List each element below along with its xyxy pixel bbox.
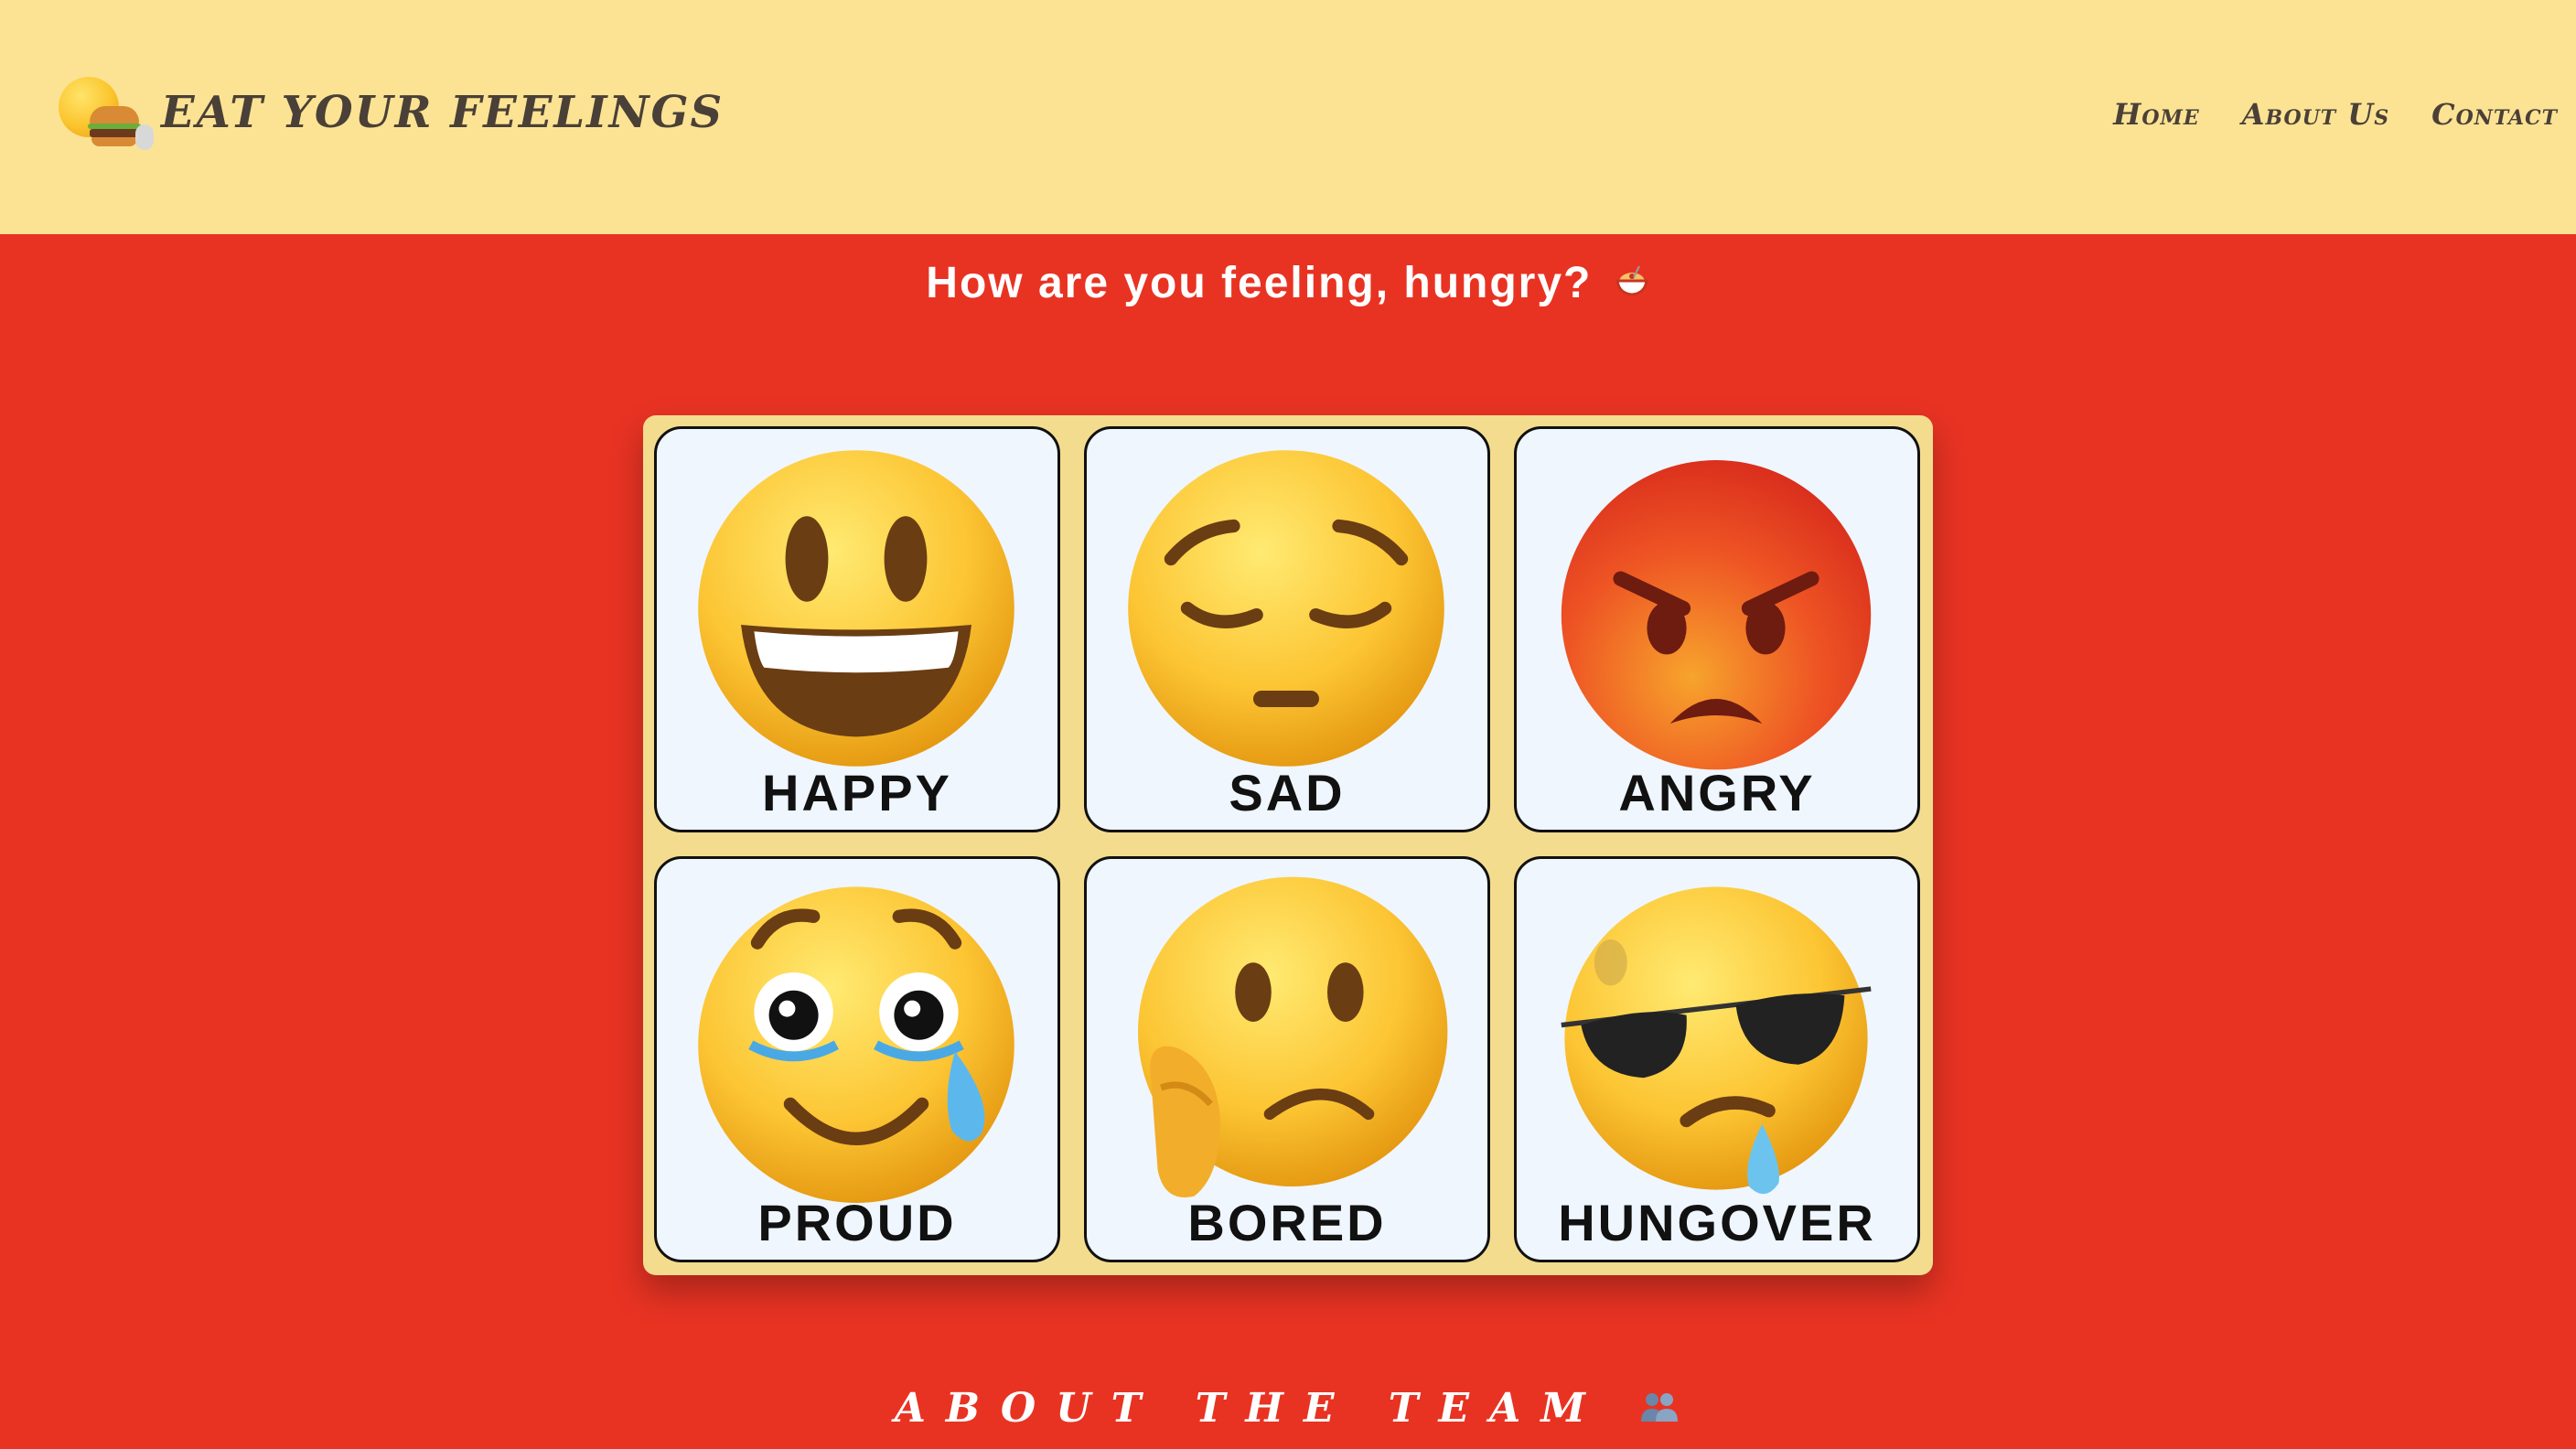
mood-card-sad[interactable]: SAD [1084,426,1490,832]
mood-question-text: How are you feeling, hungry? [926,259,1593,307]
busts-in-silhouette-icon [1639,1389,1681,1425]
about-team-heading-text: About the Team [894,1385,1605,1432]
pensive-face-icon [1128,450,1444,767]
mood-card-angry[interactable]: ANGRY [1514,426,1920,832]
about-team-heading: About the Team [0,1385,2576,1432]
mood-card-proud[interactable]: PROUD [654,856,1060,1262]
site-header: Eat Your Feelings Home About Us Contact [0,0,2576,234]
brand-title: Eat Your Feelings [161,87,724,138]
nav-home-link[interactable]: Home [2113,97,2200,132]
mood-question: How are you feeling, hungry? [0,258,2576,308]
thinking-frown-face-icon [1138,876,1448,1197]
sunglasses-drool-face-icon [1561,886,1872,1195]
mood-label-hungover: HUNGOVER [1558,1194,1876,1251]
mood-card-hungover[interactable]: HUNGOVER [1514,856,1920,1262]
grinning-face-icon [698,450,1014,767]
mood-card-happy[interactable]: HAPPY [654,426,1060,832]
mood-card-bored[interactable]: BORED [1084,856,1490,1262]
nav-about-link[interactable]: About Us [2242,97,2390,132]
mood-label-proud: PROUD [757,1194,957,1251]
mood-label-bored: BORED [1187,1194,1387,1251]
mood-grid: HAPPY SAD ANGRY PROUD BORED HUNGOVER [643,415,1933,1275]
main-nav: Home About Us Contact [2113,97,2558,132]
mood-label-happy: HAPPY [762,764,952,821]
spaghetti-bowl-icon [1614,262,1650,298]
angry-face-icon [1561,460,1872,770]
face-holding-back-tears-icon [698,886,1014,1203]
nav-contact-link[interactable]: Contact [2431,97,2558,132]
face-eating-burger-icon [57,75,156,150]
mood-label-angry: ANGRY [1618,764,1816,821]
mood-label-sad: SAD [1229,764,1346,821]
brand-home-link[interactable]: Eat Your Feelings [57,71,724,154]
